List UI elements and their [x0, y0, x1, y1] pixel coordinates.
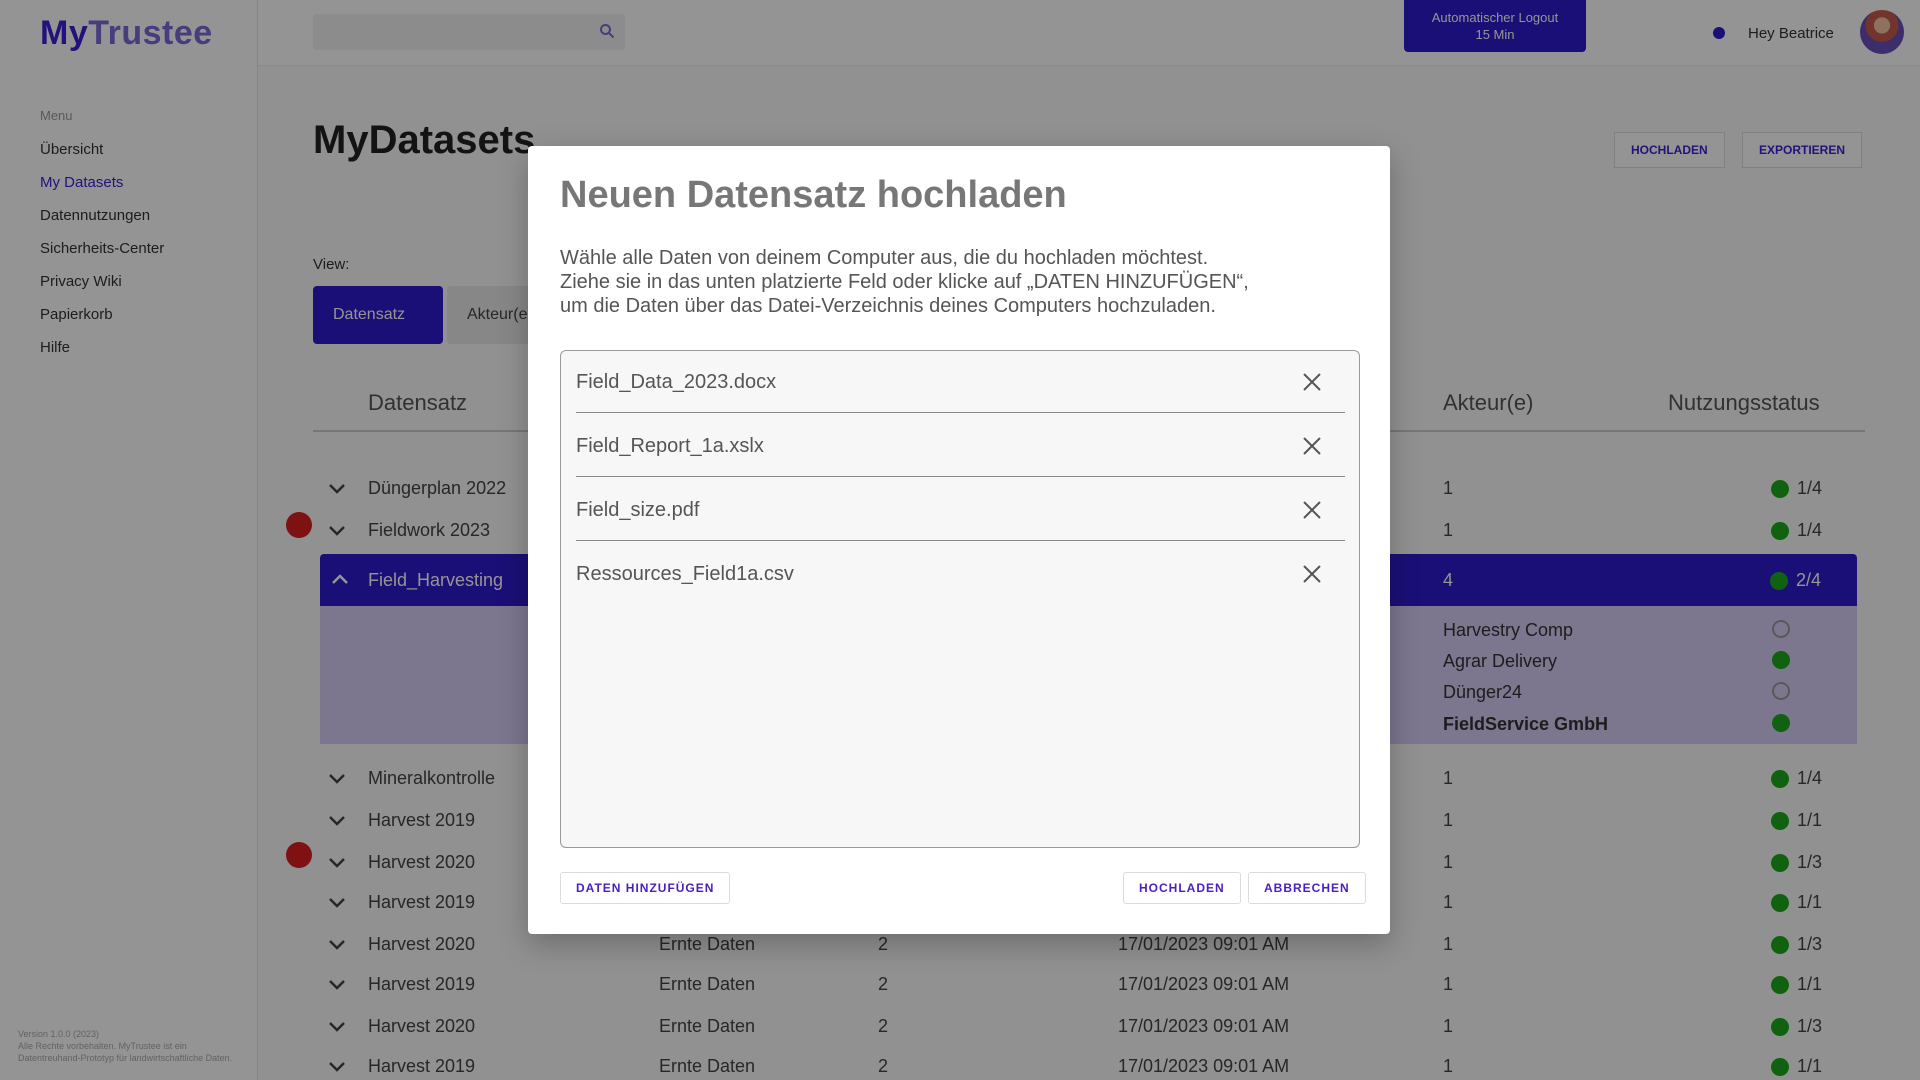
file-name: Field_Report_1a.xslx — [576, 435, 764, 457]
file-list-item: Field_size.pdf — [576, 481, 1345, 541]
file-list-item: Field_Report_1a.xslx — [576, 417, 1345, 477]
file-list-item: Field_Data_2023.docx — [576, 353, 1345, 413]
upload-dialog: Neuen Datensatz hochladen Wähle alle Dat… — [528, 146, 1390, 934]
file-list-item: Ressources_Field1a.csv — [576, 545, 1345, 605]
close-icon[interactable] — [1299, 433, 1325, 459]
file-name: Ressources_Field1a.csv — [576, 563, 794, 585]
close-icon[interactable] — [1299, 561, 1325, 587]
close-icon[interactable] — [1299, 497, 1325, 523]
dialog-description: Wähle alle Daten von deinem Computer aus… — [560, 247, 1249, 317]
file-dropzone[interactable]: Field_Data_2023.docx Field_Report_1a.xsl… — [560, 350, 1360, 848]
close-icon[interactable] — [1299, 369, 1325, 395]
file-name: Field_Data_2023.docx — [576, 371, 777, 393]
dialog-title: Neuen Datensatz hochladen — [560, 174, 1067, 216]
file-name: Field_size.pdf — [576, 499, 700, 521]
cancel-button[interactable]: ABBRECHEN — [1248, 872, 1366, 904]
add-files-button[interactable]: DATEN HINZUFÜGEN — [560, 872, 731, 904]
upload-button[interactable]: HOCHLADEN — [1123, 872, 1241, 904]
